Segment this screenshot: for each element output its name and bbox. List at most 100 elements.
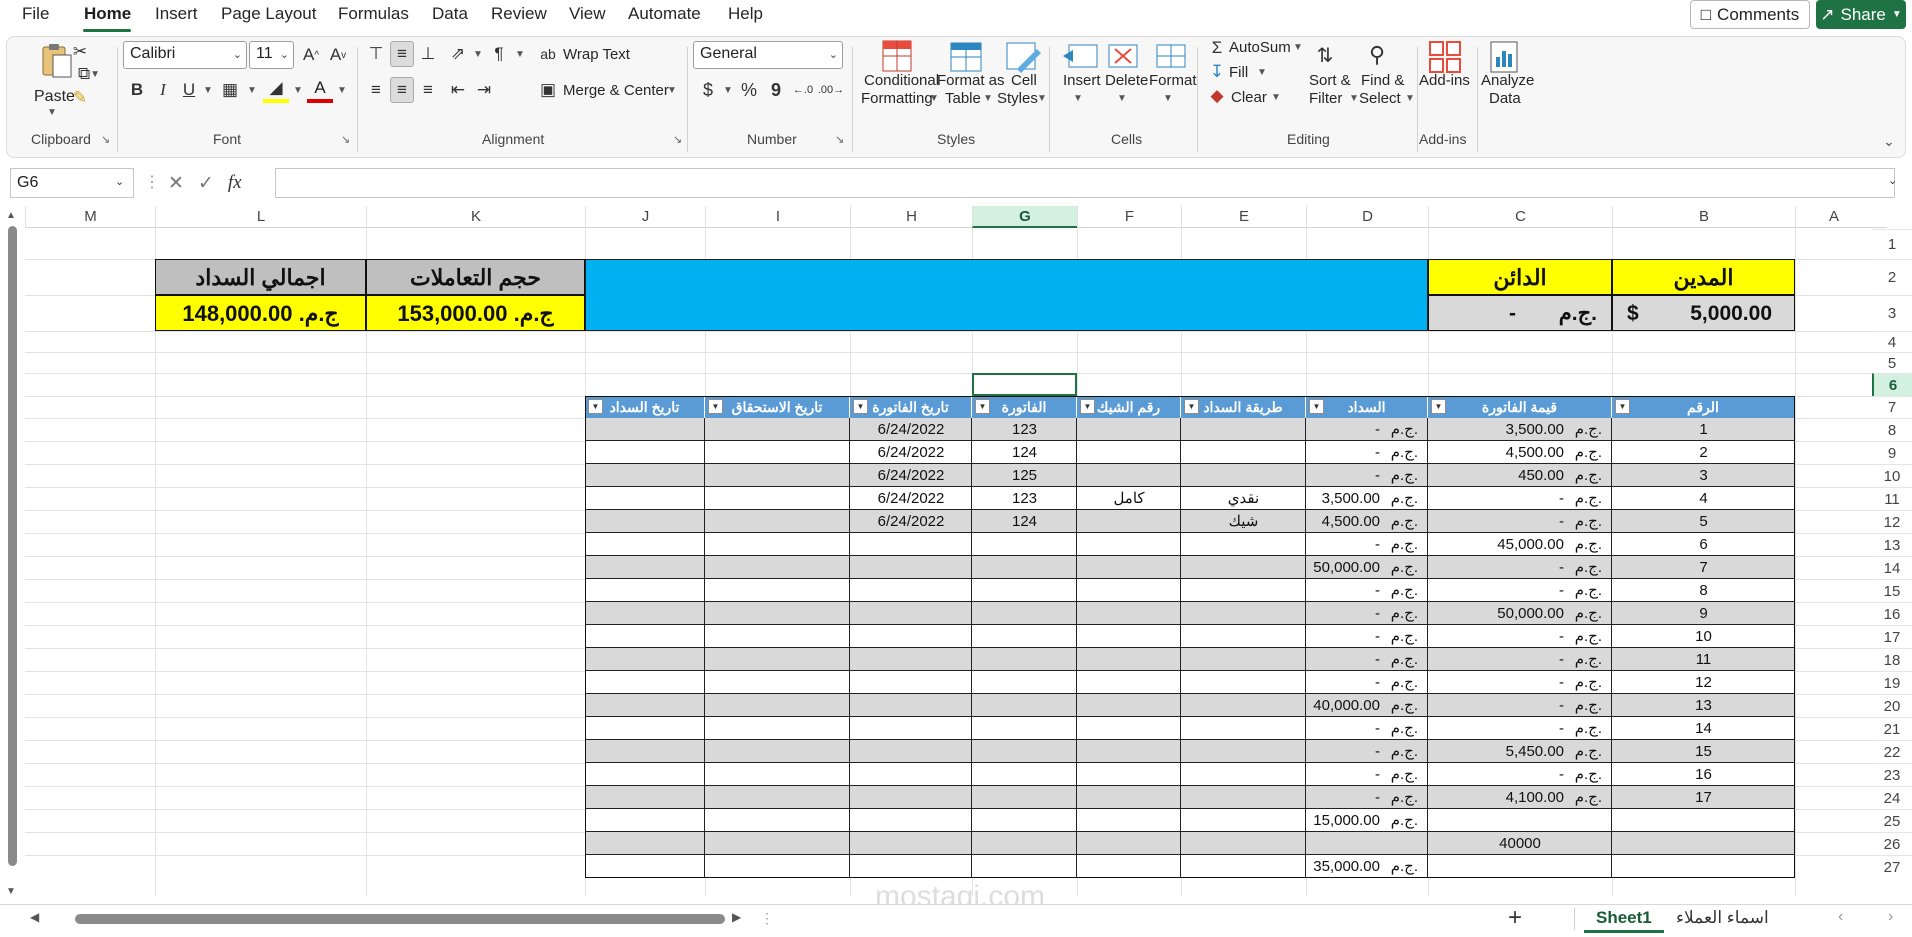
magnifier-icon[interactable]: ⚲ [1359, 39, 1395, 71]
comments-button[interactable]: □ Comments [1690, 0, 1810, 29]
row-header-24[interactable]: 24 [1872, 786, 1912, 809]
chevron-down-icon[interactable]: ▼ [929, 93, 939, 104]
menu-tab-formulas[interactable]: Formulas [338, 4, 409, 24]
font-color-icon[interactable]: A [307, 77, 333, 103]
insert-cells-icon[interactable] [1061, 39, 1101, 75]
chevron-down-icon[interactable]: ▼ [723, 85, 733, 96]
column-header-i[interactable]: I [705, 206, 850, 228]
row-header-22[interactable]: 22 [1872, 740, 1912, 763]
filter-dropdown-icon[interactable]: ▼ [1615, 399, 1630, 414]
chevron-down-icon[interactable]: ▼ [1073, 93, 1083, 104]
scroll-right-icon[interactable]: ▶ [732, 910, 741, 924]
filter-dropdown-icon[interactable]: ▼ [588, 399, 603, 414]
borders-icon[interactable]: ▦ [219, 77, 241, 103]
chevron-down-icon[interactable]: ▼ [1349, 93, 1359, 104]
scroll-left-icon[interactable]: ◀ [30, 910, 39, 924]
sheet-tab-customers[interactable]: اسماء العملاء [1664, 905, 1781, 933]
autosum-icon[interactable]: Σ [1207, 37, 1227, 59]
collapse-ribbon-icon[interactable]: ⌄ [1883, 133, 1895, 150]
share-button[interactable]: ↗ Share ▼ [1816, 0, 1906, 29]
format-cells-button[interactable]: Format [1149, 71, 1197, 90]
filter-dropdown-icon[interactable]: ▼ [1184, 399, 1199, 414]
decrease-indent-icon[interactable]: ⇤ [446, 77, 470, 103]
chevron-down-icon[interactable]: ▼ [203, 85, 213, 96]
wrap-text-button[interactable]: Wrap Text [563, 45, 630, 64]
chevron-down-icon[interactable]: ▼ [293, 85, 303, 96]
filter-dropdown-icon[interactable]: ▼ [708, 399, 723, 414]
find-select-label2[interactable]: Select [1359, 89, 1401, 108]
format-as-table-label2[interactable]: Table [945, 89, 981, 108]
delete-cells-icon[interactable] [1105, 39, 1145, 75]
filter-dropdown-icon[interactable]: ▼ [1309, 399, 1324, 414]
column-header-c[interactable]: C [1428, 206, 1612, 228]
comma-style-button[interactable]: 9 [765, 77, 787, 103]
chevron-down-icon[interactable]: ▼ [983, 93, 993, 104]
dialog-launcher-icon[interactable]: ↘ [835, 133, 844, 146]
chevron-down-icon[interactable]: ▼ [667, 85, 677, 96]
cut-icon[interactable]: ✂ [69, 41, 91, 63]
chevron-down-icon[interactable]: ▼ [473, 49, 483, 60]
column-header-j[interactable]: J [585, 206, 705, 228]
clear-button[interactable]: Clear [1231, 88, 1267, 107]
currency-format-button[interactable]: $ [697, 77, 719, 103]
row-header-4[interactable]: 4 [1872, 331, 1912, 352]
row-header-15[interactable]: 15 [1872, 579, 1912, 602]
delete-cells-button[interactable]: Delete [1105, 71, 1148, 90]
analyze-data-button[interactable]: Analyze [1481, 71, 1534, 90]
decrease-font-icon[interactable]: Av [327, 41, 349, 69]
align-center-icon[interactable]: ≡ [390, 77, 414, 103]
align-middle-icon[interactable]: ≡ [390, 41, 414, 67]
text-direction-icon[interactable]: ¶ [487, 41, 511, 67]
row-header-19[interactable]: 19 [1872, 671, 1912, 694]
filter-dropdown-icon[interactable]: ▼ [1431, 399, 1446, 414]
italic-button[interactable]: I [153, 77, 173, 103]
confirm-icon[interactable]: ✓ [198, 172, 214, 195]
row-header-9[interactable]: 9 [1872, 441, 1912, 464]
fill-color-icon[interactable]: ◢ [263, 77, 289, 103]
decrease-decimal-icon[interactable]: .00→ [818, 77, 844, 103]
row-header-20[interactable]: 20 [1872, 694, 1912, 717]
row-header-5[interactable]: 5 [1872, 352, 1912, 373]
chevron-down-icon[interactable]: ▼ [47, 107, 57, 118]
next-sheet-icon[interactable]: › [1888, 908, 1893, 926]
selected-cell-g6[interactable] [972, 373, 1077, 396]
menu-tab-review[interactable]: Review [491, 4, 547, 24]
filter-dropdown-icon[interactable]: ▼ [975, 399, 990, 414]
menu-tab-data[interactable]: Data [432, 4, 468, 24]
copy-icon[interactable]: ⧉ ▼ [69, 63, 109, 85]
filter-dropdown-icon[interactable]: ▼ [1080, 399, 1095, 414]
percent-format-button[interactable]: % [737, 77, 761, 103]
formula-input[interactable] [275, 168, 1895, 198]
prev-sheet-icon[interactable]: ‹ [1838, 908, 1843, 926]
row-header-18[interactable]: 18 [1872, 648, 1912, 671]
orientation-icon[interactable]: ⇗ [446, 41, 470, 67]
row-header-27[interactable]: 27 [1872, 855, 1912, 878]
menu-tab-help[interactable]: Help [728, 4, 763, 24]
chevron-down-icon[interactable]: ▼ [1293, 42, 1303, 53]
scroll-down-icon[interactable]: ▼ [6, 886, 16, 897]
insert-function-button[interactable]: fx [228, 172, 242, 194]
menu-tab-file[interactable]: File [22, 4, 49, 24]
chevron-down-icon[interactable]: ▼ [1271, 92, 1281, 103]
sort-filter-button[interactable]: Sort & [1309, 71, 1351, 90]
conditional-formatting-button[interactable]: Conditional [864, 71, 939, 90]
chevron-down-icon[interactable]: ▼ [247, 85, 257, 96]
row-header-11[interactable]: 11 [1872, 487, 1912, 510]
row-header-1[interactable]: 1 [1872, 229, 1912, 259]
dialog-launcher-icon[interactable]: ↘ [341, 133, 350, 146]
align-top-icon[interactable]: ⊤ [364, 41, 388, 67]
menu-tab-automate[interactable]: Automate [628, 4, 701, 24]
column-header-e[interactable]: E [1181, 206, 1306, 228]
menu-tab-insert[interactable]: Insert [155, 4, 198, 24]
bold-button[interactable]: B [127, 77, 147, 103]
cell-styles-label2[interactable]: Styles [997, 89, 1038, 108]
format-as-table-icon[interactable] [947, 39, 987, 75]
column-header-h[interactable]: H [850, 206, 972, 228]
row-header-12[interactable]: 12 [1872, 510, 1912, 533]
column-header-g[interactable]: G [972, 206, 1077, 228]
sheet-tab-sheet1[interactable]: Sheet1 [1584, 905, 1664, 933]
number-format-select[interactable]: General ⌄ [693, 41, 843, 69]
format-painter-icon[interactable]: ✎ [69, 87, 91, 109]
font-name-select[interactable]: Calibri ⌄ [123, 41, 247, 69]
column-header-m[interactable]: M [25, 206, 155, 228]
